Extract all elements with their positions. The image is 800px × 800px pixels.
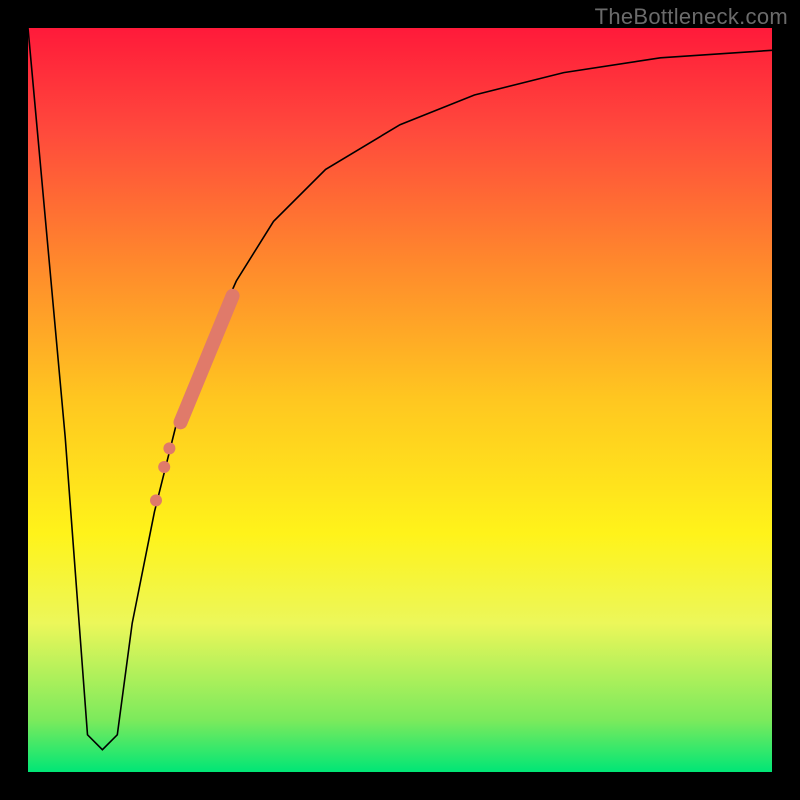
plot-area: [28, 28, 772, 772]
bottleneck-curve: [28, 28, 772, 750]
chart-frame: [0, 0, 800, 800]
marker-dot: [163, 442, 175, 454]
marker-dot: [150, 494, 162, 506]
marker-dot: [158, 461, 170, 473]
highlight-segment: [181, 296, 233, 423]
watermark: TheBottleneck.com: [595, 4, 788, 30]
chart-svg: [28, 28, 772, 772]
markers-group: [150, 442, 175, 506]
